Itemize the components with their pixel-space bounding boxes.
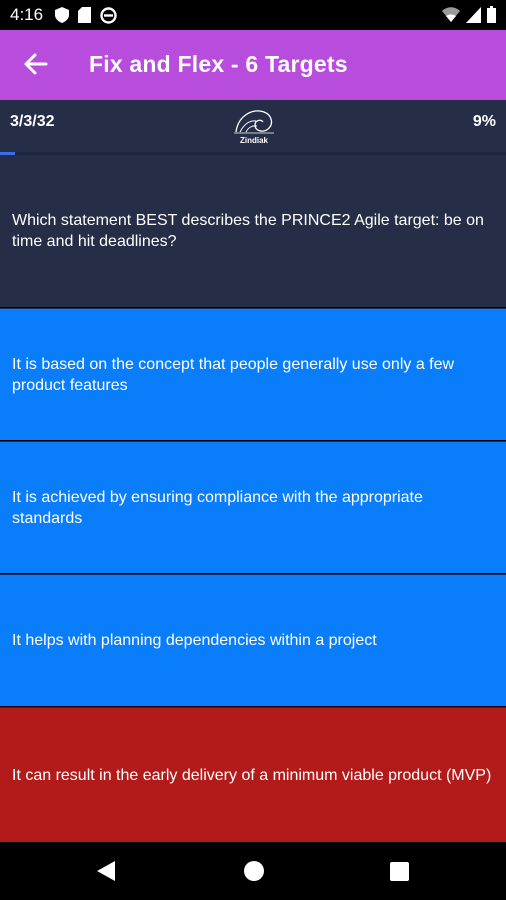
page-title: Fix and Flex - 6 Targets	[89, 51, 348, 77]
system-nav-bar	[0, 842, 506, 900]
no-disturb-icon	[100, 6, 117, 24]
nautilus-logo-icon	[234, 110, 274, 134]
info-bar: 3/3/32 Zindiak 9%	[0, 100, 506, 154]
back-triangle-icon[interactable]	[96, 860, 116, 882]
app-bar: Fix and Flex - 6 Targets	[0, 30, 506, 100]
logo-text: Zindiak	[239, 136, 268, 145]
answer-text: It helps with planning dependencies with…	[12, 632, 377, 649]
progress-percent: 9%	[472, 113, 496, 130]
signal-icon	[466, 6, 481, 23]
recents-square-icon[interactable]	[390, 862, 409, 881]
answer-text: It is achieved by ensuring compliance wi…	[12, 488, 423, 527]
status-bar: 4:16	[0, 0, 506, 30]
battery-icon	[487, 6, 496, 23]
answer-option-2[interactable]: It is achieved by ensuring compliance wi…	[0, 441, 506, 573]
sd-card-icon	[78, 7, 92, 23]
answer-option-4[interactable]: It can result in the early delivery of a…	[0, 707, 506, 842]
app-logo: Zindiak	[230, 106, 278, 146]
question-card: Which statement BEST describes the PRINC…	[0, 155, 506, 307]
status-icons-right	[442, 6, 496, 23]
question-text: Which statement BEST describes the PRINC…	[12, 212, 484, 250]
answer-text: It is based on the concept that people g…	[12, 355, 455, 394]
answer-option-3[interactable]: It helps with planning dependencies with…	[0, 574, 506, 706]
arrow-left-icon[interactable]	[22, 50, 50, 78]
shield-icon	[55, 7, 70, 23]
status-time: 4:16	[10, 5, 44, 24]
wifi-icon	[442, 6, 460, 22]
question-counter: 3/3/32	[10, 113, 55, 130]
home-circle-icon[interactable]	[243, 860, 265, 882]
answer-option-1[interactable]: It is based on the concept that people g…	[0, 308, 506, 440]
status-icons-left	[55, 6, 117, 24]
answer-text: It can result in the early delivery of a…	[12, 766, 492, 784]
